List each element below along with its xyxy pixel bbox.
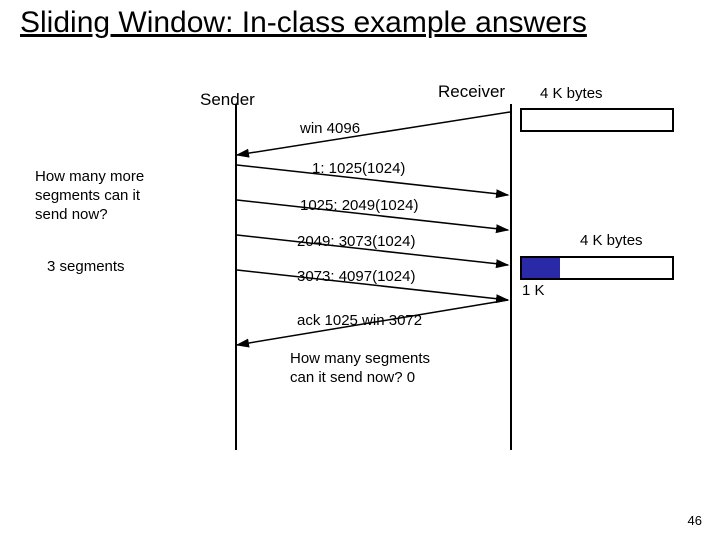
- buffer-mid: [520, 256, 674, 280]
- question-1-line1: How many more: [35, 168, 144, 185]
- question-1-line3: send now?: [35, 206, 108, 223]
- question-1: How many more segments can it send now?: [35, 168, 144, 224]
- question-2-line2: can it send now? 0: [290, 369, 415, 386]
- sender-timeline: [235, 104, 237, 450]
- msg-seg4: 3073: 4097(1024): [297, 268, 415, 285]
- msg-win: win 4096: [300, 120, 360, 137]
- sender-label: Sender: [200, 90, 255, 110]
- buffer-fill-1k: [522, 258, 560, 278]
- msg-seg2: 1025: 2049(1024): [300, 197, 418, 214]
- buffer-top: [520, 108, 674, 132]
- buffer-fill-label: 1 K: [522, 282, 545, 299]
- receiver-timeline: [510, 104, 512, 450]
- buffer-mid-caption: 4 K bytes: [580, 232, 643, 249]
- page-number: 46: [688, 513, 702, 528]
- msg-seg1: 1: 1025(1024): [312, 160, 405, 177]
- question-1-line2: segments can it: [35, 187, 140, 204]
- question-2: How many segments can it send now? 0: [290, 350, 430, 388]
- buffer-top-caption: 4 K bytes: [540, 85, 603, 102]
- slide-title: Sliding Window: In-class example answers: [20, 6, 587, 41]
- msg-seg3: 2049: 3073(1024): [297, 233, 415, 250]
- answer-1: 3 segments: [47, 258, 125, 275]
- receiver-label: Receiver: [438, 82, 505, 102]
- msg-ack: ack 1025 win 3072: [297, 312, 422, 329]
- question-2-line1: How many segments: [290, 350, 430, 367]
